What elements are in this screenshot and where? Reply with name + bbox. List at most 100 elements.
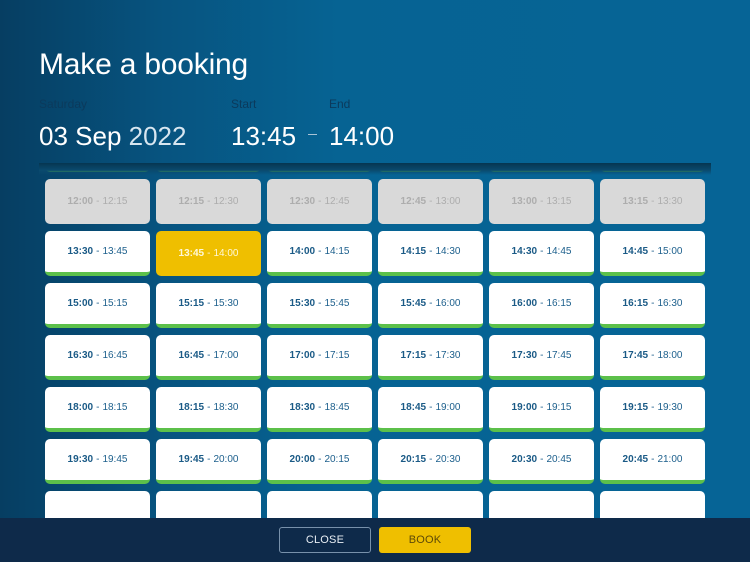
slot-separator: - — [318, 196, 322, 207]
slot-start-time: 18:45 — [400, 402, 427, 413]
slot-start-time: 20:15 — [400, 454, 427, 465]
time-slot[interactable]: 17:45-18:00 — [600, 335, 705, 380]
slot-separator: - — [207, 298, 211, 309]
slot-start-time: 20:00 — [289, 454, 316, 465]
slot-separator: - — [651, 454, 655, 465]
time-slot[interactable] — [267, 491, 372, 518]
slot-start-time: 15:00 — [67, 298, 94, 309]
slot-end-time: 12:15 — [102, 196, 128, 207]
slot-separator: - — [207, 402, 211, 413]
slot-end-time: 17:00 — [213, 350, 239, 361]
time-slot[interactable]: 17:15-17:30 — [378, 335, 483, 380]
slot-separator: - — [207, 196, 211, 207]
time-slot[interactable]: 14:30-14:45 — [489, 231, 594, 276]
slot-end-time: 21:00 — [657, 454, 683, 465]
slot-start-time: 13:15 — [622, 196, 649, 207]
slot-end-time: 15:45 — [324, 298, 350, 309]
time-slot[interactable]: 20:15-20:30 — [378, 439, 483, 484]
slot-separator: - — [651, 298, 655, 309]
time-slot[interactable] — [156, 491, 261, 518]
time-slot[interactable]: 19:15-19:30 — [600, 387, 705, 432]
close-button[interactable]: CLOSE — [279, 527, 371, 553]
time-slot[interactable]: 16:45-17:00 — [156, 335, 261, 380]
start-label: Start — [231, 97, 257, 111]
slot-end-time: 17:15 — [324, 350, 350, 361]
time-slot[interactable]: 18:45-19:00 — [378, 387, 483, 432]
time-slot[interactable]: 20:30-20:45 — [489, 439, 594, 484]
time-slot[interactable]: 19:30-19:45 — [45, 439, 150, 484]
slot-start-time: 14:15 — [400, 246, 427, 257]
slot-start-time: 15:45 — [400, 298, 427, 309]
time-slot[interactable]: 18:15-18:30 — [156, 387, 261, 432]
time-slot[interactable]: 17:30-17:45 — [489, 335, 594, 380]
slot-separator: - — [318, 298, 322, 309]
slot-end-time: 13:00 — [435, 196, 461, 207]
slot-start-time: 13:00 — [511, 196, 538, 207]
time-slot[interactable]: 14:15-14:30 — [378, 231, 483, 276]
time-slot[interactable] — [600, 491, 705, 518]
slot-end-time: 17:30 — [435, 350, 461, 361]
slot-start-time: 14:45 — [622, 246, 649, 257]
slot-start-time: 17:15 — [400, 350, 427, 361]
slot-start-time: 16:30 — [67, 350, 94, 361]
time-slot[interactable] — [378, 491, 483, 518]
date-day-month: 03 Sep — [39, 121, 122, 151]
slot-end-time: 18:15 — [102, 402, 128, 413]
slot-end-time: 17:45 — [546, 350, 572, 361]
slot-end-time: 19:00 — [435, 402, 461, 413]
time-range-dash — [308, 134, 317, 135]
time-slot-selected[interactable]: 13:45-14:00 — [156, 231, 261, 276]
time-slot[interactable]: 19:45-20:00 — [156, 439, 261, 484]
time-slot[interactable]: 16:00-16:15 — [489, 283, 594, 328]
slot-separator: - — [318, 246, 322, 257]
selected-date[interactable]: 03 Sep 2022 — [39, 121, 186, 152]
slot-end-time: 12:30 — [213, 196, 239, 207]
time-slot[interactable] — [45, 491, 150, 518]
slot-start-time: 12:30 — [289, 196, 316, 207]
slot-separator: - — [651, 196, 655, 207]
time-slot[interactable]: 14:00-14:15 — [267, 231, 372, 276]
end-label: End — [329, 97, 351, 111]
time-slot[interactable]: 18:30-18:45 — [267, 387, 372, 432]
slot-end-time: 13:15 — [546, 196, 572, 207]
time-slot[interactable]: 15:30-15:45 — [267, 283, 372, 328]
time-slot[interactable] — [489, 491, 594, 518]
time-slot[interactable]: 15:45-16:00 — [378, 283, 483, 328]
slot-separator: - — [318, 350, 322, 361]
slot-separator: - — [429, 196, 433, 207]
time-slot[interactable]: 15:00-15:15 — [45, 283, 150, 328]
slot-end-time: 20:00 — [213, 454, 239, 465]
time-slot[interactable]: 14:45-15:00 — [600, 231, 705, 276]
slot-separator: - — [96, 402, 100, 413]
end-time[interactable]: 14:00 — [329, 121, 394, 152]
slot-end-time: 18:30 — [213, 402, 239, 413]
slot-separator: - — [429, 454, 433, 465]
time-slot[interactable]: 17:00-17:15 — [267, 335, 372, 380]
slot-separator: - — [540, 350, 544, 361]
time-slot-grid[interactable]: 12:00-12:15 12:15-12:30 12:30-12:45 12:45-1… — [39, 163, 711, 518]
time-slot[interactable]: 16:30-16:45 — [45, 335, 150, 380]
time-slot[interactable]: 20:00-20:15 — [267, 439, 372, 484]
time-slot[interactable]: 15:15-15:30 — [156, 283, 261, 328]
grid-top-shadow — [39, 163, 711, 175]
slot-separator: - — [96, 196, 100, 207]
time-slot[interactable]: 20:45-21:00 — [600, 439, 705, 484]
slot-end-time: 15:00 — [657, 246, 683, 257]
slot-separator: - — [540, 246, 544, 257]
time-slot-unavailable: 12:45-13:00 — [378, 179, 483, 224]
start-time[interactable]: 13:45 — [231, 121, 296, 152]
slot-end-time: 18:00 — [657, 350, 683, 361]
time-slot[interactable]: 19:00-19:15 — [489, 387, 594, 432]
slot-end-time: 18:45 — [324, 402, 350, 413]
time-slot[interactable]: 16:15-16:30 — [600, 283, 705, 328]
slot-start-time: 14:30 — [511, 246, 538, 257]
slot-separator: - — [207, 454, 211, 465]
slot-grid: 12:00-12:15 12:15-12:30 12:30-12:45 12:45-1… — [45, 163, 705, 518]
slot-start-time: 13:30 — [67, 246, 94, 257]
time-slot[interactable]: 13:30-13:45 — [45, 231, 150, 276]
time-slot[interactable]: 18:00-18:15 — [45, 387, 150, 432]
slot-separator: - — [318, 402, 322, 413]
slot-separator: - — [429, 350, 433, 361]
book-button[interactable]: BOOK — [379, 527, 471, 553]
slot-start-time: 16:45 — [178, 350, 205, 361]
